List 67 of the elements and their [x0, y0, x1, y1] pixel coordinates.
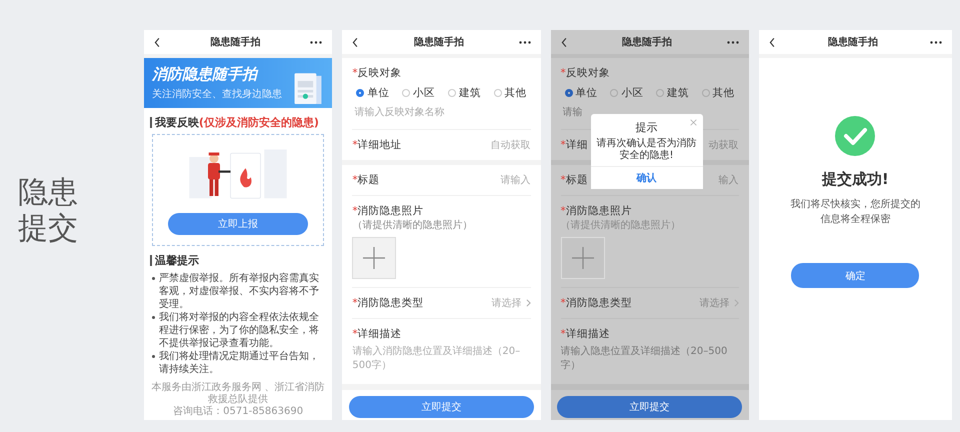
add-photo-icon[interactable] — [560, 237, 605, 279]
chevron-icon — [734, 299, 739, 307]
success-message: 信息将全程保密 — [819, 212, 892, 227]
confirm-button[interactable]: 确认 — [590, 166, 703, 189]
dialog-message: 请再次确认是否为消防安全的隐患! — [596, 136, 698, 163]
more-icon[interactable] — [930, 40, 942, 44]
field-label: *反映对象 — [560, 66, 611, 80]
radio-option[interactable]: 其他 — [494, 86, 527, 100]
field-label: *详细描述 — [560, 327, 611, 341]
section-heading: 温馨提示 — [150, 253, 326, 268]
nav-title: 隐患随手拍 — [828, 36, 878, 49]
radio-option[interactable]: 小区 — [610, 86, 644, 100]
field-hint[interactable]: 输入 — [718, 173, 739, 187]
report-button[interactable]: 立即上报 — [168, 213, 308, 235]
back-icon[interactable] — [768, 36, 776, 48]
nav-title: 隐患随手拍 — [414, 36, 464, 49]
field-hint[interactable]: 自动获取 — [490, 138, 531, 152]
radio-option[interactable]: 单位 — [356, 86, 390, 100]
field-hint[interactable]: 请输入 — [500, 173, 531, 187]
footer-text: 本服务由浙江政务服务网 、浙江省消防救援总队提供 — [150, 382, 326, 406]
section-heading: 我要反映(仅涉及消防安全的隐患) — [150, 115, 326, 130]
field-label: *消防隐患照片 （请提供清晰的隐患照片） — [560, 204, 682, 232]
chevron-icon — [526, 299, 531, 307]
select-field[interactable]: 请选择 — [700, 296, 739, 310]
field-label: *详细 — [560, 138, 588, 152]
back-icon[interactable] — [560, 36, 568, 48]
input-field[interactable]: 请输入反映对象名称 — [352, 104, 531, 121]
nav-title: 隐患随手拍 — [622, 36, 672, 49]
submit-button[interactable]: 立即提交 — [557, 396, 742, 418]
more-icon[interactable] — [310, 40, 322, 44]
tip-text: 严禁虚假举报。所有举报内容需真实客观，对虚假举报、不实内容将不予受理。 — [158, 272, 320, 311]
slide-title: 隐患提交 — [18, 175, 79, 247]
success-check-icon — [835, 116, 876, 156]
field-label: *消防隐患照片 （请提供清晰的隐患照片） — [352, 204, 474, 232]
description-field[interactable]: 请输入隐患位置及详细描述（20–500字） — [560, 341, 739, 373]
confirm-button[interactable]: 确定 — [791, 263, 920, 288]
radio-option[interactable]: 建筑 — [656, 86, 689, 100]
submit-button[interactable]: 立即提交 — [348, 396, 534, 418]
input-field[interactable]: 请输 — [560, 104, 739, 121]
back-icon[interactable] — [154, 36, 161, 48]
field-label: *消防隐患类型 — [560, 296, 632, 310]
field-label: *标题 — [352, 173, 380, 187]
banner-subtitle: 关注消防安全、查找身边隐患 — [152, 88, 282, 101]
banner-title: 消防隐患随手拍 — [152, 65, 260, 84]
add-photo-icon[interactable] — [352, 237, 396, 279]
more-icon[interactable] — [518, 40, 531, 44]
more-icon[interactable] — [726, 40, 739, 44]
success-message: 我们将尽快核实，您所提交的 — [790, 198, 920, 212]
field-label: *消防隐患类型 — [352, 296, 424, 310]
radio-option[interactable]: 小区 — [402, 86, 436, 100]
radio-option[interactable]: 建筑 — [448, 86, 481, 100]
radio-option[interactable]: 单位 — [564, 86, 598, 100]
nav-title: 隐患随手拍 — [210, 36, 261, 49]
radio-option[interactable]: 其他 — [702, 86, 735, 100]
back-icon[interactable] — [352, 36, 360, 48]
footer-text: 咨询电话：0571-85863690 — [172, 406, 304, 418]
field-label: *详细地址 — [352, 138, 402, 152]
description-field[interactable]: 请输入消防隐患位置及详细描述（20–500字） — [352, 341, 531, 373]
field-label: *反映对象 — [352, 66, 403, 80]
success-title: 提交成功! — [822, 170, 889, 189]
field-label: *标题 — [560, 173, 588, 187]
tip-text: 我们将处理情况定期通过平台告知，请持续关注。 — [158, 350, 320, 376]
field-hint[interactable]: 动获取 — [708, 138, 739, 152]
field-label: *详细描述 — [352, 327, 403, 341]
tip-text: 我们将对举报的内容全程依法依规全程进行保密，为了你的隐私安全，将不提供举报记录查看功能。 — [158, 311, 320, 350]
dialog-title: 提示 — [636, 120, 658, 135]
select-field[interactable]: 请选择 — [492, 296, 531, 310]
